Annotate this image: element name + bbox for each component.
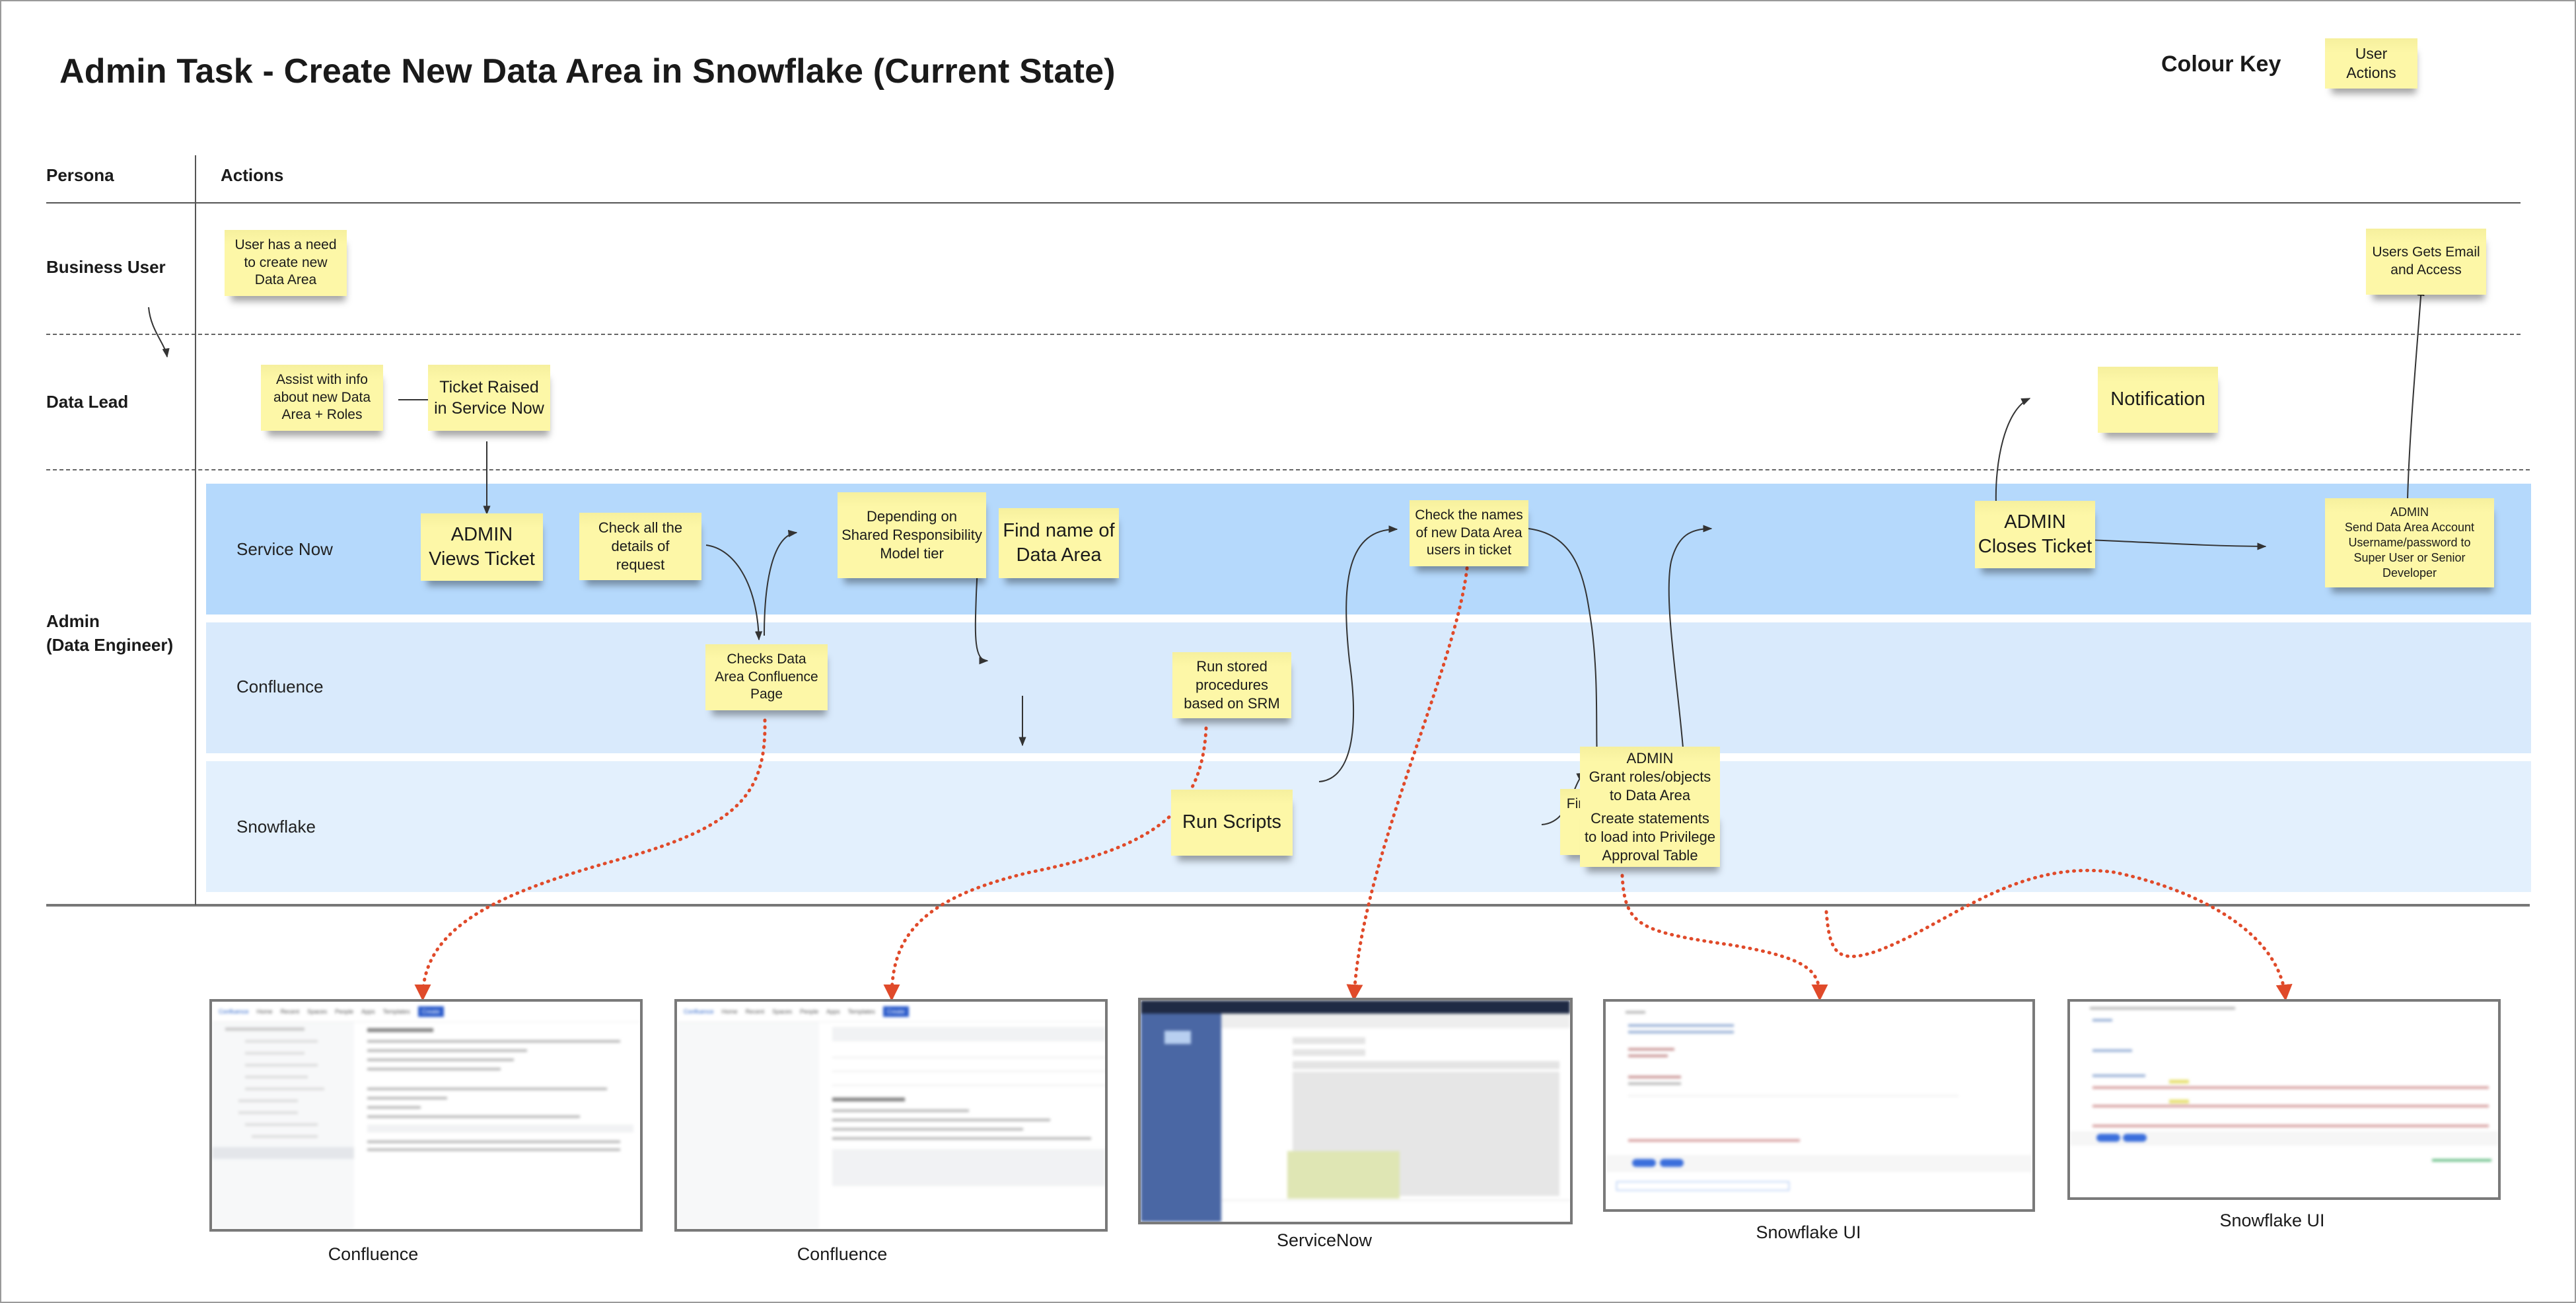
reference-snowflake-2 [1824, 868, 2293, 1001]
sticky-notification: Notification [2098, 367, 2218, 433]
screenshot-servicenow[interactable] [1138, 998, 1573, 1224]
sticky-admin-closes-ticket: ADMIN Closes Ticket [1975, 501, 2095, 568]
sticky-check-names: Check the names of new Data Area users i… [1410, 500, 1528, 566]
sticky-run-stored-procedures: Run stored procedures based on SRM [1172, 652, 1291, 718]
screenshot-confluence-1[interactable]: Confluence Home Recent Spaces People App… [209, 999, 643, 1232]
sticky-ticket-raised: Ticket Raised in Service Now [428, 365, 550, 431]
screenshot-confluence-2[interactable]: Confluence Home Recent Spaces People App… [674, 999, 1108, 1232]
sticky-user-need: User has a need to create new Data Area [225, 230, 347, 296]
sticky-grant-roles: ADMIN Grant roles/objects to Data Area [1580, 747, 1720, 807]
connector-confluence-to-srm [764, 529, 798, 636]
screenshot-label-snowflake-1: Snowflake UI [1756, 1222, 1861, 1242]
sticky-find-name-data-area: Find name of Data Area [999, 508, 1119, 578]
screenshot-label-snowflake-2: Snowflake UI [2219, 1210, 2325, 1230]
sticky-admin-views-ticket: ADMIN Views Ticket [421, 513, 543, 581]
connector-need-to-assist [148, 307, 170, 358]
sticky-send-account-details: ADMIN Send Data Area Account Username/pa… [2325, 498, 2494, 587]
sticky-run-scripts: Run Scripts [1171, 790, 1293, 856]
screenshot-snowflake-1[interactable] [1603, 999, 2035, 1212]
confluence-logo: Confluence [219, 1008, 249, 1015]
connector-check-to-confluence [705, 544, 763, 641]
sticky-depending-srm: Depending on Shared Responsibility Model… [838, 492, 986, 578]
screenshot-label-servicenow: ServiceNow [1276, 1230, 1373, 1250]
reference-confluence-page-2 [883, 726, 1208, 1001]
reference-snowflake-1 [1620, 874, 1828, 1001]
sticky-checks-confluence-page: Checks Data Area Confluence Page [705, 644, 828, 710]
connector-checknames-to-findusers [1528, 528, 1601, 761]
screenshot-label-confluence-2: Confluence [797, 1244, 888, 1264]
screenshot-snowflake-2[interactable] [2067, 999, 2501, 1200]
connector-send-to-email [2407, 286, 2425, 500]
sticky-assist-info: Assist with info about new Data Area + R… [261, 365, 383, 431]
sticky-create-statements: Create statements to load into Privilege… [1580, 807, 1720, 867]
reference-servicenow [1346, 560, 1470, 1001]
screenshot-label-confluence-1: Confluence [328, 1244, 419, 1264]
sticky-check-details: Check all the details of request [579, 513, 701, 580]
connector-scripts-to-checknames [1318, 525, 1398, 782]
confluence-logo: Confluence [684, 1008, 714, 1015]
reference-confluence-page-1 [414, 718, 767, 1001]
sticky-users-gets-email: Users Gets Email and Access [2366, 229, 2486, 295]
connector-closes-to-notification [1995, 398, 2031, 505]
